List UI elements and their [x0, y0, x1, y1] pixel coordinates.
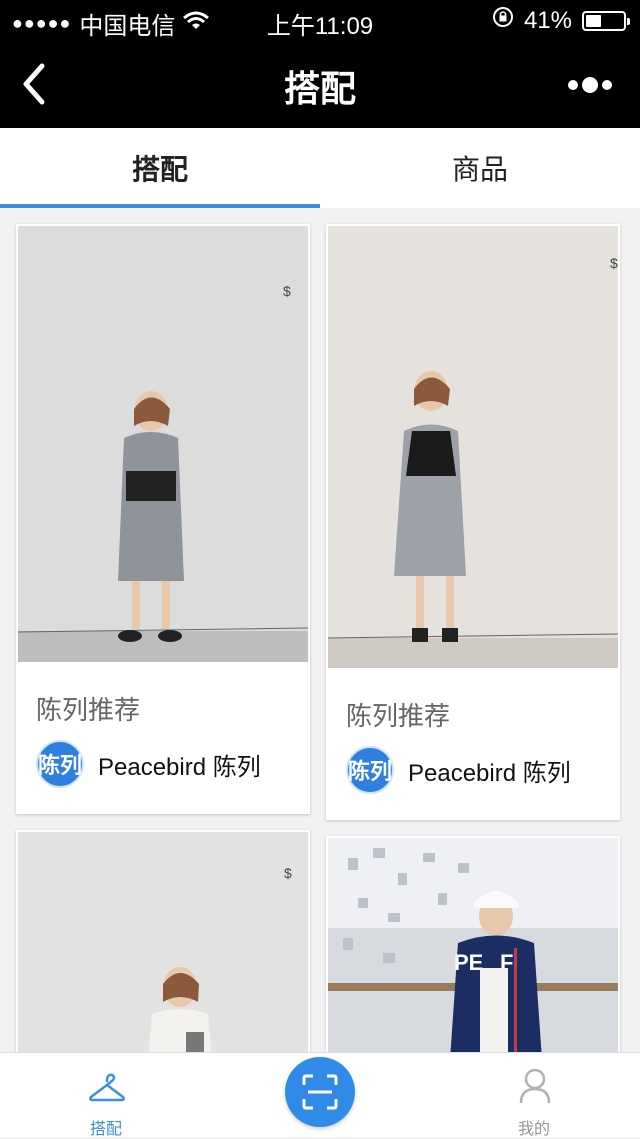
battery-level: [586, 14, 601, 27]
status-bar: ●●●●● 中国电信 上午11:09 41%: [0, 0, 640, 40]
card-title: 陈列推荐: [36, 695, 141, 725]
svg-text:$: $: [283, 283, 291, 299]
more-dots-icon[interactable]: [566, 70, 616, 100]
card-title: 陈列推荐: [346, 701, 451, 731]
svg-text:$: $: [284, 865, 292, 881]
hanger-icon: [88, 1071, 126, 1110]
tab-outfits[interactable]: 搭配: [0, 128, 320, 208]
bottom-tab-label: 搭配: [89, 1121, 122, 1138]
outfit-photo: $: [328, 226, 618, 668]
avatar: 陈列: [36, 740, 84, 788]
author-name: Peacebird 陈列: [98, 753, 261, 781]
outfit-card[interactable]: $ 陈列推荐 陈列 Peacebird 陈列: [16, 224, 310, 814]
outfit-card[interactable]: $: [16, 830, 310, 1060]
author-name: Peacebird 陈列: [408, 759, 571, 787]
outfit-card[interactable]: PE F: [326, 836, 620, 1060]
battery-icon: [582, 10, 630, 31]
tab-bar: 搭配 商品: [0, 128, 640, 208]
navigation-bar: 搭配: [0, 40, 640, 128]
scan-button[interactable]: [285, 1057, 355, 1127]
outfit-photo: $: [18, 226, 308, 662]
tab-products[interactable]: 商品: [320, 128, 640, 208]
rotation-lock-icon: [492, 6, 514, 35]
page-title: 搭配: [283, 68, 356, 109]
battery-percent: 41%: [523, 6, 572, 34]
card-author[interactable]: 陈列 Peacebird 陈列: [36, 740, 261, 788]
bottom-tab-outfits[interactable]: 搭配: [46, 1053, 166, 1138]
avatar: 陈列: [346, 746, 394, 794]
svg-text:PE: PE: [454, 950, 483, 975]
bottom-tab-label: 我的: [517, 1121, 550, 1138]
scan-icon: [302, 1074, 338, 1115]
svg-text:$: $: [610, 255, 618, 271]
card-author[interactable]: 陈列 Peacebird 陈列: [346, 746, 571, 794]
bottom-tab-profile[interactable]: 我的: [474, 1053, 594, 1138]
active-tab-indicator: [0, 204, 320, 208]
outfit-card[interactable]: $ 陈列推荐 陈列 Peacebird 陈列: [326, 224, 620, 820]
outfit-photo: PE F: [328, 838, 618, 1060]
outfit-photo: $: [18, 832, 308, 1060]
user-icon: [518, 1067, 552, 1110]
